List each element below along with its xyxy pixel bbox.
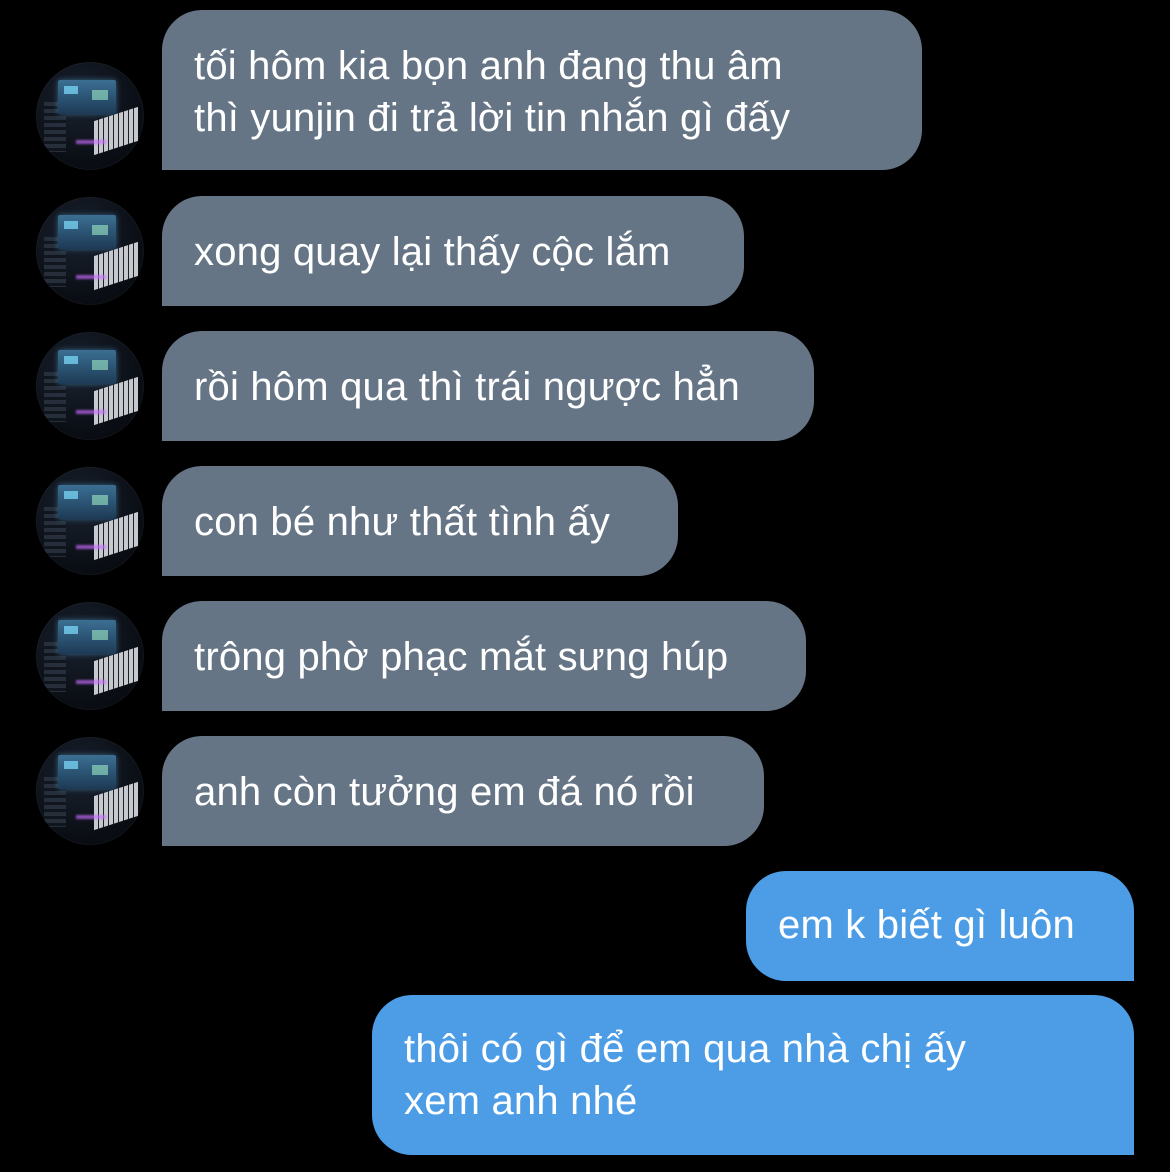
sender-avatar-icon[interactable] [36, 62, 144, 170]
sender-avatar-icon[interactable] [36, 467, 144, 575]
incoming-message-bubble[interactable]: tối hôm kia bọn anh đang thu âm thì yunj… [162, 10, 922, 170]
incoming-message-bubble[interactable]: rồi hôm qua thì trái ngược hẳn [162, 331, 814, 441]
sender-avatar-icon[interactable] [36, 602, 144, 710]
outgoing-message-bubble[interactable]: thôi có gì để em qua nhà chị ấy xem anh … [372, 995, 1134, 1155]
sender-avatar-icon[interactable] [36, 332, 144, 440]
sender-avatar-icon[interactable] [36, 197, 144, 305]
chat-thread: tối hôm kia bọn anh đang thu âm thì yunj… [0, 0, 1170, 1172]
incoming-message-bubble[interactable]: anh còn tưởng em đá nó rồi [162, 736, 764, 846]
incoming-message-bubble[interactable]: con bé như thất tình ấy [162, 466, 678, 576]
sender-avatar-icon[interactable] [36, 737, 144, 845]
incoming-message-bubble[interactable]: trông phờ phạc mắt sưng húp [162, 601, 806, 711]
outgoing-message-bubble[interactable]: em k biết gì luôn [746, 871, 1134, 981]
incoming-message-bubble[interactable]: xong quay lại thấy cộc lắm [162, 196, 744, 306]
